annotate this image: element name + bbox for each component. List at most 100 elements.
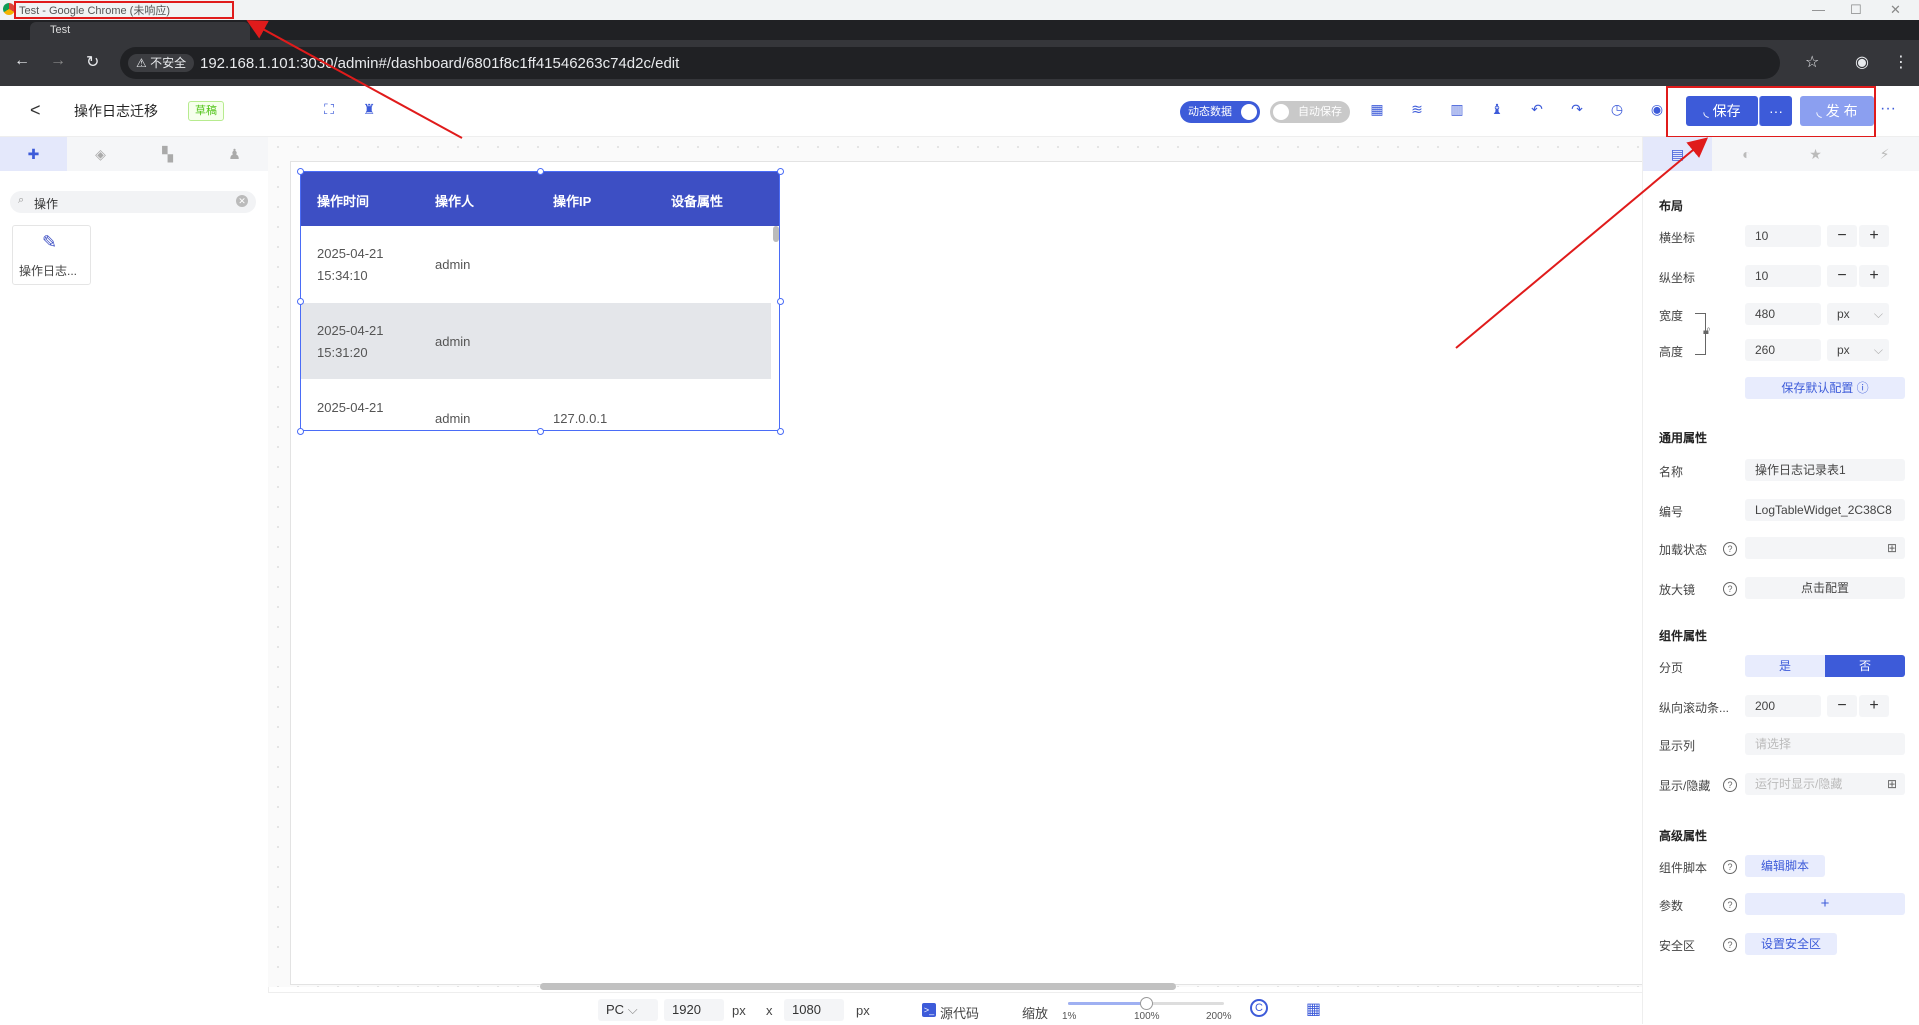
source-code-icon[interactable]: >_ — [922, 1003, 936, 1017]
width-input[interactable]: 480 — [1745, 303, 1821, 325]
expression-icon[interactable]: ⊞ — [1887, 537, 1897, 559]
profile-icon[interactable]: ◉ — [1855, 52, 1869, 72]
preview-eye-icon[interactable]: ◉ — [1648, 100, 1666, 118]
resize-handle[interactable] — [537, 428, 544, 435]
clean-brush-icon[interactable]: ♜ — [360, 100, 378, 118]
help-icon[interactable]: ? — [1723, 938, 1737, 952]
help-icon[interactable]: ? — [1723, 860, 1737, 874]
component-card[interactable]: ✎ 操作日志... — [12, 225, 91, 285]
zoom-mid-label: 100% — [1134, 1011, 1160, 1022]
vscroll-input[interactable]: 200 — [1745, 695, 1821, 717]
name-input[interactable]: 操作日志记录表1 — [1745, 459, 1905, 481]
canvas-horizontal-scrollbar[interactable] — [540, 983, 1176, 990]
clear-search-icon[interactable]: ✕ — [236, 195, 248, 207]
minimize-icon[interactable]: — — [1812, 2, 1825, 17]
device-select[interactable]: PC ⌵ — [598, 999, 658, 1021]
favorite-tab-icon[interactable]: ★ — [1781, 137, 1850, 171]
table-scrollbar[interactable] — [773, 226, 779, 242]
properties-tab-icon[interactable]: ▤ — [1643, 137, 1712, 171]
back-chevron-icon[interactable]: < — [30, 100, 41, 121]
y-input[interactable]: 10 — [1745, 265, 1821, 287]
left-panel: ✚ ◈ ▚ ♟ ⌕ ✕ ✎ 操作日志... — [0, 137, 269, 1024]
events-tab-icon[interactable]: ⚡ — [1850, 137, 1919, 171]
resize-handle[interactable] — [537, 168, 544, 175]
layout-icon[interactable]: ▦ — [1368, 100, 1386, 118]
columns-select[interactable]: 请选择 — [1745, 733, 1905, 755]
canvas-height-input[interactable]: 1080 — [784, 999, 844, 1021]
component-search[interactable]: ⌕ ✕ — [10, 191, 256, 213]
table-row[interactable]: 2025-04-21 15:34:10 admin — [301, 226, 771, 302]
edit-script-button[interactable]: 编辑脚本 — [1745, 855, 1825, 877]
help-icon[interactable]: ? — [1723, 582, 1737, 596]
resize-handle[interactable] — [777, 428, 784, 435]
maximize-icon[interactable]: ☐ — [1850, 2, 1862, 18]
visibility-field[interactable]: 运行时显示/隐藏 ⊞ — [1745, 773, 1905, 795]
grid-icon[interactable]: ▦ — [1306, 999, 1321, 1019]
resize-handle[interactable] — [297, 428, 304, 435]
canvas-width-input[interactable]: 1920 — [664, 999, 724, 1021]
browser-tab[interactable]: Test — [30, 22, 250, 40]
vscroll-increment-button[interactable]: + — [1859, 695, 1889, 717]
help-icon[interactable]: ? — [1723, 778, 1737, 792]
dynamic-data-toggle[interactable]: 动态数据 — [1180, 101, 1260, 123]
vscroll-label: 纵向滚动条... — [1659, 701, 1730, 715]
zoom-slider-track[interactable] — [1068, 997, 1224, 1010]
security-badge[interactable]: ⚠ 不安全 — [128, 54, 195, 72]
x-input[interactable]: 10 — [1745, 225, 1821, 247]
log-table-widget[interactable]: 操作时间 操作人 操作IP 设备属性 2025-04-21 15:34:10 a… — [300, 171, 780, 431]
magnifier-config-button[interactable]: 点击配置 — [1745, 577, 1905, 599]
close-icon[interactable]: ✕ — [1890, 2, 1901, 18]
resize-handle[interactable] — [777, 298, 784, 305]
x-decrement-button[interactable]: − — [1827, 225, 1857, 247]
table-row[interactable]: 2025-04-21 15:31:20 admin — [301, 303, 771, 379]
forward-arrow-icon[interactable]: → — [50, 52, 66, 70]
fit-screen-icon[interactable]: ⛶ — [320, 100, 338, 118]
undo-icon[interactable]: ↶ — [1528, 100, 1546, 118]
chrome-menu-icon[interactable]: ⋮ — [1893, 52, 1909, 72]
paging-yes-button[interactable]: 是 — [1745, 655, 1825, 677]
paging-no-button[interactable]: 否 — [1825, 655, 1905, 677]
auto-save-toggle[interactable]: 自动保存 — [1270, 101, 1350, 123]
resize-handle[interactable] — [297, 168, 304, 175]
overflow-menu-icon[interactable]: ··· — [1880, 100, 1896, 118]
x-increment-button[interactable]: + — [1859, 225, 1889, 247]
table-row[interactable]: 2025-04-21 admin 127.0.0.1 — [301, 380, 771, 430]
resize-handle[interactable] — [777, 168, 784, 175]
help-icon[interactable]: ? — [1723, 898, 1737, 912]
blocks-tab-icon[interactable]: ▚ — [134, 137, 201, 171]
add-param-button[interactable]: + — [1745, 893, 1905, 915]
zoom-min-label: 1% — [1062, 1011, 1077, 1022]
source-code-button[interactable]: 源代码 — [940, 1003, 979, 1022]
resize-handle[interactable] — [297, 298, 304, 305]
loading-state-field[interactable]: ⊞ — [1745, 537, 1905, 559]
set-safezone-button[interactable]: 设置安全区 — [1745, 933, 1837, 955]
y-increment-button[interactable]: + — [1859, 265, 1889, 287]
chart-bars-icon[interactable]: ▥ — [1448, 100, 1466, 118]
search-input[interactable] — [32, 193, 236, 213]
bookmark-star-icon[interactable]: ☆ — [1805, 52, 1819, 72]
reset-zoom-icon[interactable]: C — [1250, 999, 1268, 1017]
height-input[interactable]: 260 — [1745, 339, 1821, 361]
aspect-lock-icon[interactable]: 🔓︎ — [1703, 325, 1710, 338]
id-input[interactable]: LogTableWidget_2C38C8 — [1745, 499, 1905, 521]
reload-icon[interactable]: ↻ — [86, 52, 99, 72]
x-label: 横坐标 — [1659, 231, 1696, 245]
user-tab-icon[interactable]: ♟ — [201, 137, 268, 171]
components-tab-icon[interactable]: ✚ — [0, 137, 67, 171]
zoom-slider-knob[interactable] — [1140, 997, 1153, 1010]
layers-tab-icon[interactable]: ◈ — [67, 137, 134, 171]
database-icon[interactable]: ≋ — [1408, 100, 1426, 118]
help-icon[interactable]: ? — [1723, 542, 1737, 556]
back-arrow-icon[interactable]: ← — [14, 52, 30, 70]
url-field[interactable]: ⚠ 不安全 192.168.1.101:3030/admin#/dashboar… — [120, 47, 1780, 79]
save-default-config-button[interactable]: 保存默认配置 ⓘ — [1745, 377, 1905, 399]
history-clock-icon[interactable]: ◷ — [1608, 100, 1626, 118]
width-unit-select[interactable]: px ⌵ — [1827, 303, 1889, 325]
style-tab-icon[interactable]: ◐ — [1712, 137, 1781, 171]
height-unit-select[interactable]: px ⌵ — [1827, 339, 1889, 361]
y-decrement-button[interactable]: − — [1827, 265, 1857, 287]
expression-icon[interactable]: ⊞ — [1887, 773, 1897, 795]
vscroll-decrement-button[interactable]: − — [1827, 695, 1857, 717]
theme-shirt-icon[interactable]: ♝ — [1488, 100, 1506, 118]
redo-icon[interactable]: ↷ — [1568, 100, 1586, 118]
